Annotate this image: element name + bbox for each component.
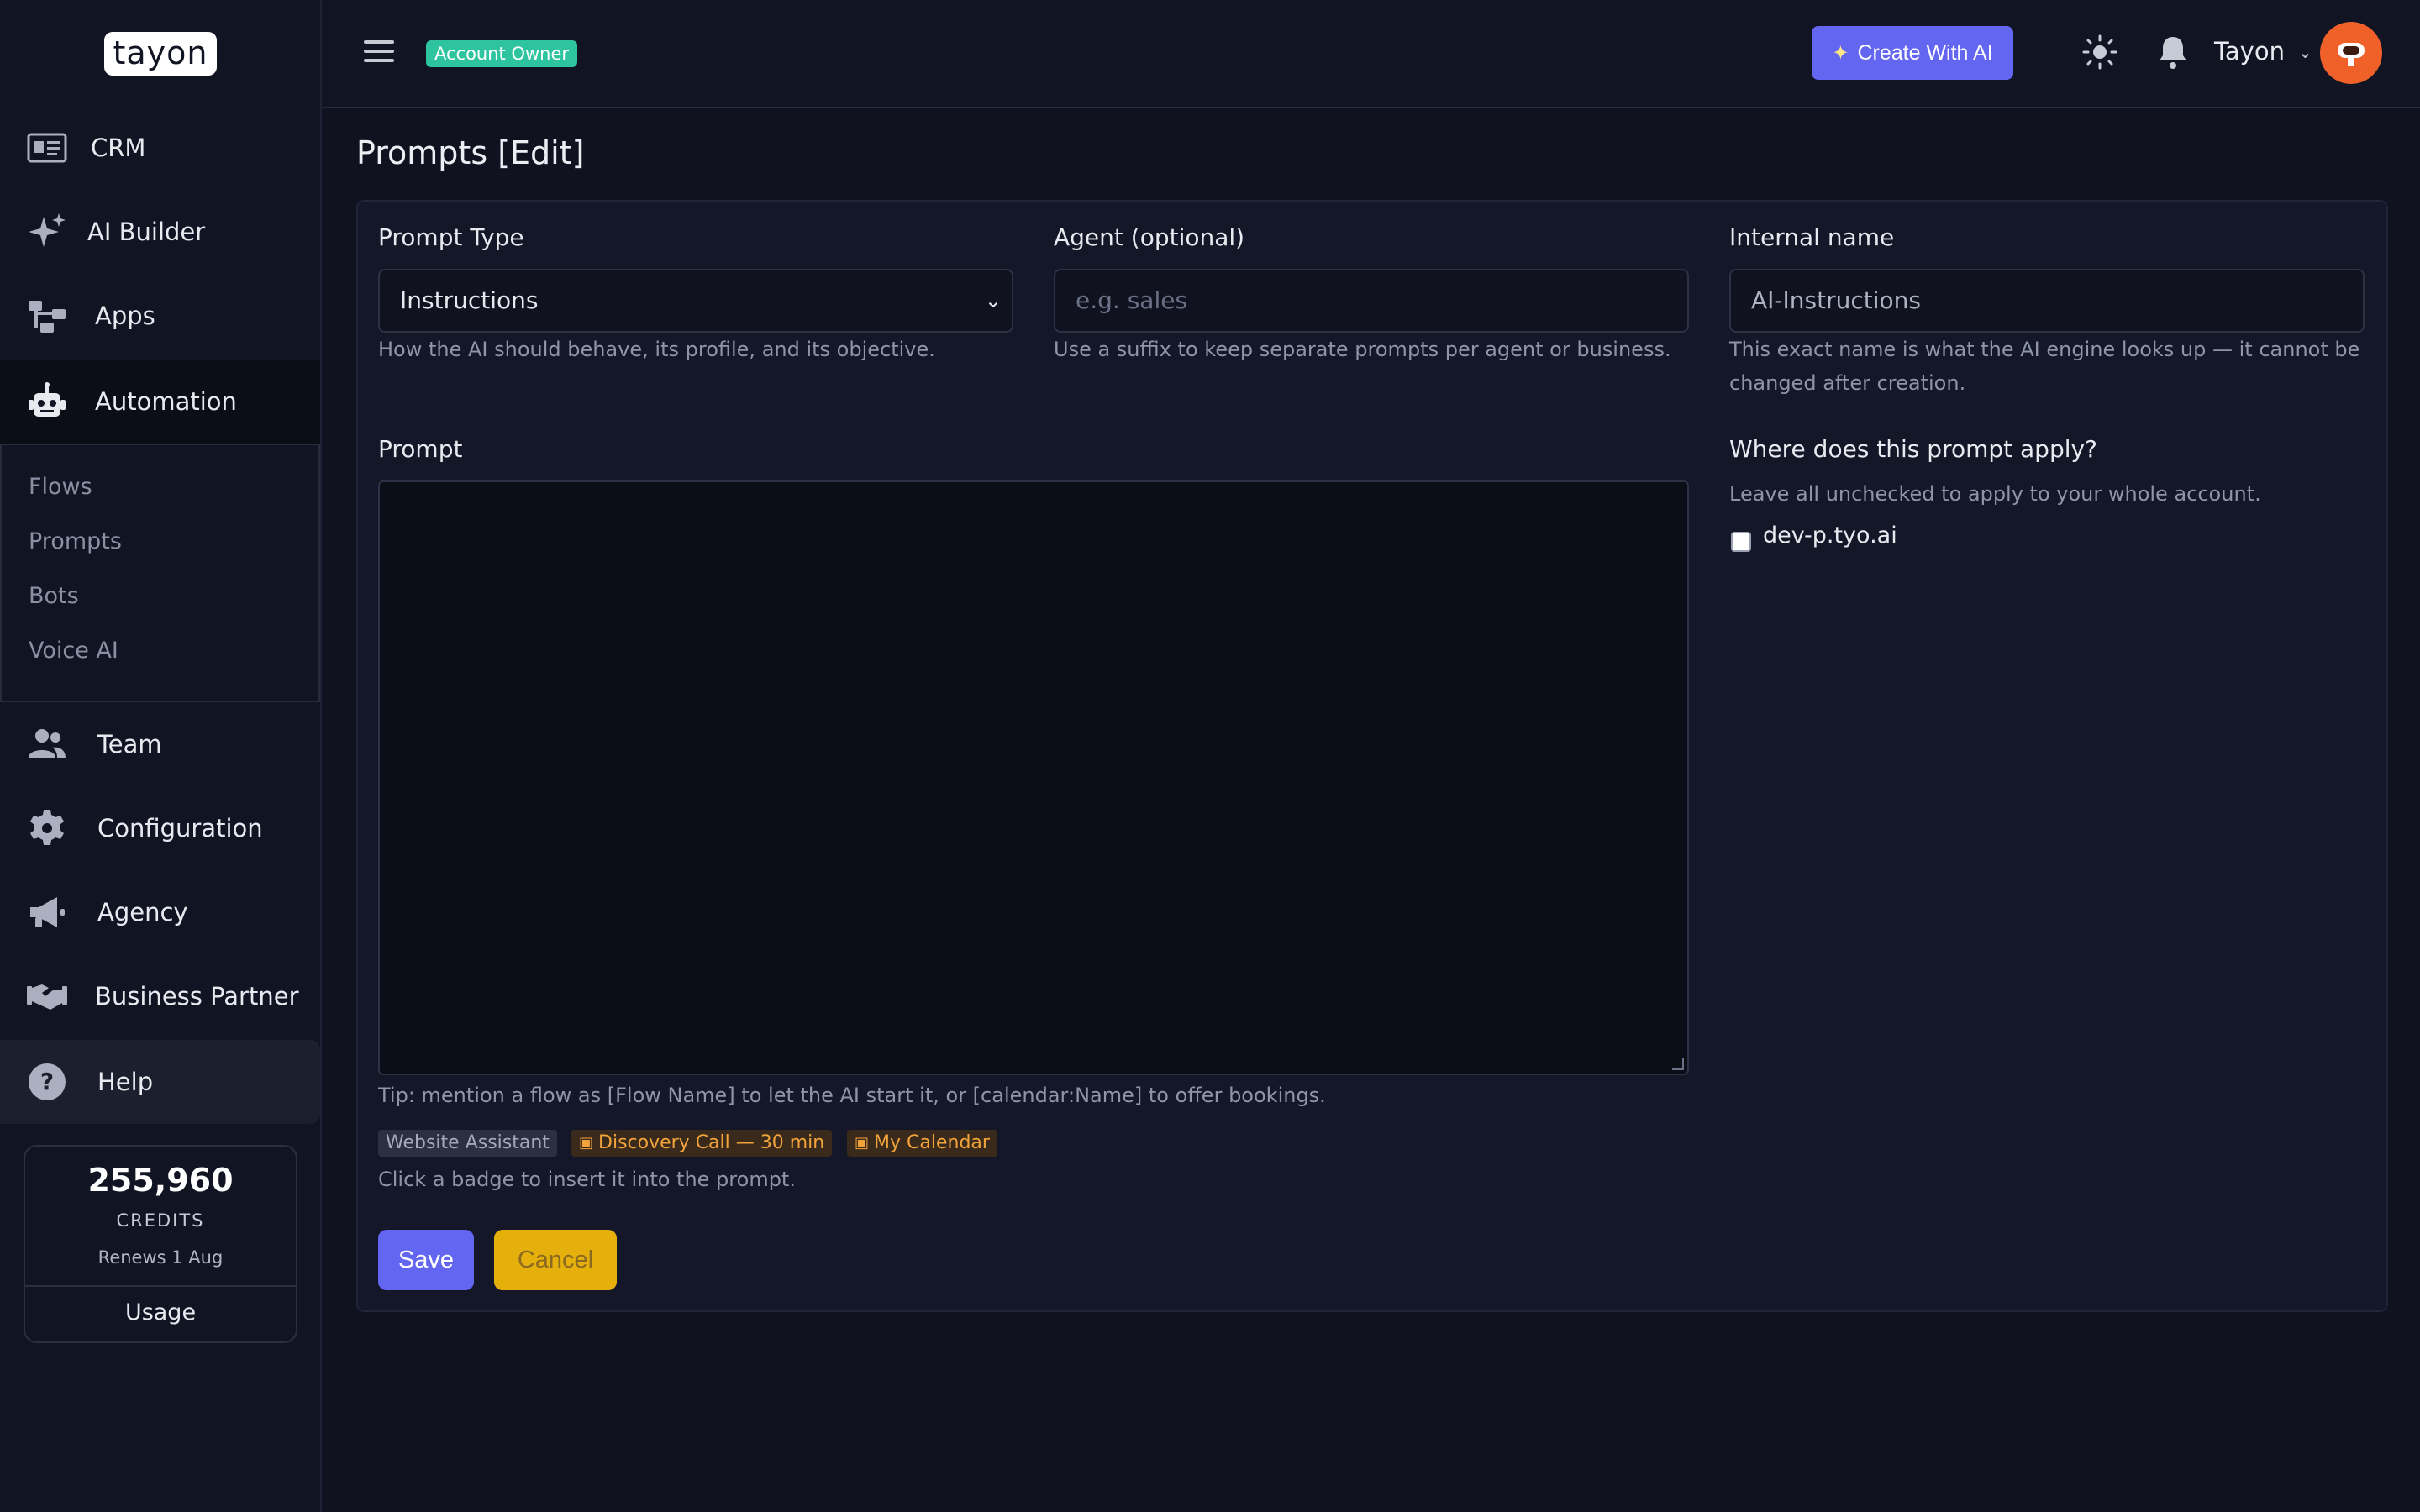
question-circle-icon: ? [25, 1060, 69, 1104]
sidebar-item-crm[interactable]: CRM [0, 108, 320, 188]
gear-icon [25, 806, 69, 850]
submenu-item-voice-ai[interactable]: Voice AI [29, 638, 118, 664]
apply-hint: Leave all unchecked to apply to your who… [1729, 482, 2261, 506]
submenu-item-flows[interactable]: Flows [29, 474, 92, 500]
avatar[interactable] [2320, 22, 2382, 84]
sidebar-item-label: CRM [91, 134, 146, 162]
logo[interactable]: tayon [104, 32, 217, 76]
sidebar: tayon CRM AI Builder Apps Automation Flo… [0, 0, 322, 1512]
badge-label: Website Assistant [386, 1132, 550, 1153]
sparkles-icon: ✦ [1832, 41, 1849, 65]
create-with-ai-label: Create With AI [1857, 40, 1993, 65]
prompt-label: Prompt [378, 435, 463, 463]
internal-name-hint-line2: changed after creation. [1729, 371, 1966, 395]
page-title: Prompts [Edit] [356, 134, 585, 171]
submenu-item-bots[interactable]: Bots [29, 583, 79, 609]
domain-checkbox[interactable] [1731, 532, 1751, 552]
badge-label: My Calendar [874, 1132, 990, 1153]
badge-hint: Click a badge to insert it into the prom… [378, 1168, 796, 1191]
submenu-item-prompts[interactable]: Prompts [29, 528, 122, 554]
sidebar-item-label: Agency [97, 898, 188, 927]
prompt-type-hint: How the AI should behave, its profile, a… [378, 338, 935, 361]
sidebar-item-label: Business Partner [95, 982, 299, 1011]
agent-input[interactable]: e.g. sales [1054, 269, 1689, 333]
prompt-type-selected: Instructions [400, 286, 539, 314]
internal-name-hint-line1: This exact name is what the AI engine lo… [1729, 338, 2360, 361]
user-name[interactable]: Tayon [2214, 37, 2285, 66]
theme-toggle-sun-icon[interactable] [2081, 34, 2118, 71]
sidebar-item-apps[interactable]: Apps [0, 276, 320, 356]
internal-name-label: Internal name [1729, 223, 1895, 251]
sidebar-item-agency[interactable]: Agency [0, 872, 320, 953]
svg-text:?: ? [40, 1068, 54, 1095]
usage-link[interactable]: Usage [25, 1299, 296, 1326]
resize-handle-icon[interactable] [1672, 1058, 1684, 1070]
internal-name-field[interactable]: AI-Instructions [1729, 269, 2365, 333]
badge-my-calendar[interactable]: ▣ My Calendar [847, 1130, 997, 1157]
megaphone-icon [25, 890, 69, 934]
role-badge: Account Owner [426, 40, 578, 67]
sidebar-item-label: Team [97, 730, 162, 759]
bell-icon[interactable] [2154, 34, 2191, 71]
topbar: Account Owner ✦ Create With AI Tayon ⌄ [322, 0, 2420, 108]
create-with-ai-button[interactable]: ✦ Create With AI [1812, 26, 2013, 80]
robot-icon [25, 380, 69, 423]
robot-avatar-icon [2338, 43, 2365, 66]
credits-renewal: Renews 1 Aug [97, 1247, 224, 1268]
save-button[interactable]: Save [378, 1230, 474, 1290]
app-root: tayon CRM AI Builder Apps Automation Flo… [0, 0, 2420, 1512]
sparkles-icon [25, 210, 69, 254]
sidebar-item-business-partner[interactable]: Business Partner [0, 956, 320, 1037]
id-card-icon [25, 126, 69, 170]
agent-hint: Use a suffix to keep separate prompts pe… [1054, 338, 1671, 361]
apply-label: Where does this prompt apply? [1729, 435, 2097, 463]
calendar-icon: ▣ [579, 1134, 594, 1152]
sidebar-item-automation[interactable]: Automation [0, 360, 320, 444]
sidebar-item-configuration[interactable]: Configuration [0, 788, 320, 869]
chevron-down-icon[interactable]: ⌄ [2298, 42, 2312, 62]
sidebar-item-ai-builder[interactable]: AI Builder [0, 192, 320, 272]
credits-amount: 255,960 [87, 1162, 234, 1199]
automation-submenu: Flows Prompts Bots Voice AI [0, 444, 320, 702]
sidebar-item-label: AI Builder [87, 218, 206, 246]
sidebar-item-help[interactable]: ? Help [0, 1040, 320, 1124]
cancel-button[interactable]: Cancel [494, 1230, 617, 1290]
sidebar-item-label: Automation [95, 387, 237, 416]
agent-label: Agent (optional) [1054, 223, 1245, 251]
badge-discovery-call[interactable]: ▣ Discovery Call — 30 min [571, 1130, 833, 1157]
credits-label: CREDITS [116, 1210, 205, 1231]
prompt-tip: Tip: mention a flow as [Flow Name] to le… [378, 1084, 1326, 1107]
sidebar-item-label: Configuration [97, 814, 263, 843]
prompt-type-label: Prompt Type [378, 223, 524, 251]
calendar-icon: ▣ [855, 1134, 870, 1152]
badge-label: Discovery Call — 30 min [598, 1132, 825, 1153]
chevron-down-icon: ⌄ [984, 289, 1002, 312]
users-icon [25, 722, 69, 766]
sidebar-item-team[interactable]: Team [0, 704, 320, 785]
sidebar-item-label: Apps [95, 302, 155, 330]
credits-card: 255,960 CREDITS Renews 1 Aug Usage [24, 1145, 297, 1343]
handshake-icon [25, 974, 69, 1018]
divider [25, 1285, 296, 1287]
sidebar-item-label: Help [97, 1068, 154, 1096]
badge-website-assistant[interactable]: Website Assistant [378, 1130, 557, 1157]
sitemap-icon [25, 294, 69, 338]
domain-checkbox-label[interactable]: dev-p.tyo.ai [1763, 522, 1897, 549]
prompt-textarea[interactable] [378, 480, 1689, 1075]
menu-toggle-icon[interactable] [364, 40, 394, 66]
prompt-type-select[interactable]: Instructions ⌄ [378, 269, 1013, 333]
